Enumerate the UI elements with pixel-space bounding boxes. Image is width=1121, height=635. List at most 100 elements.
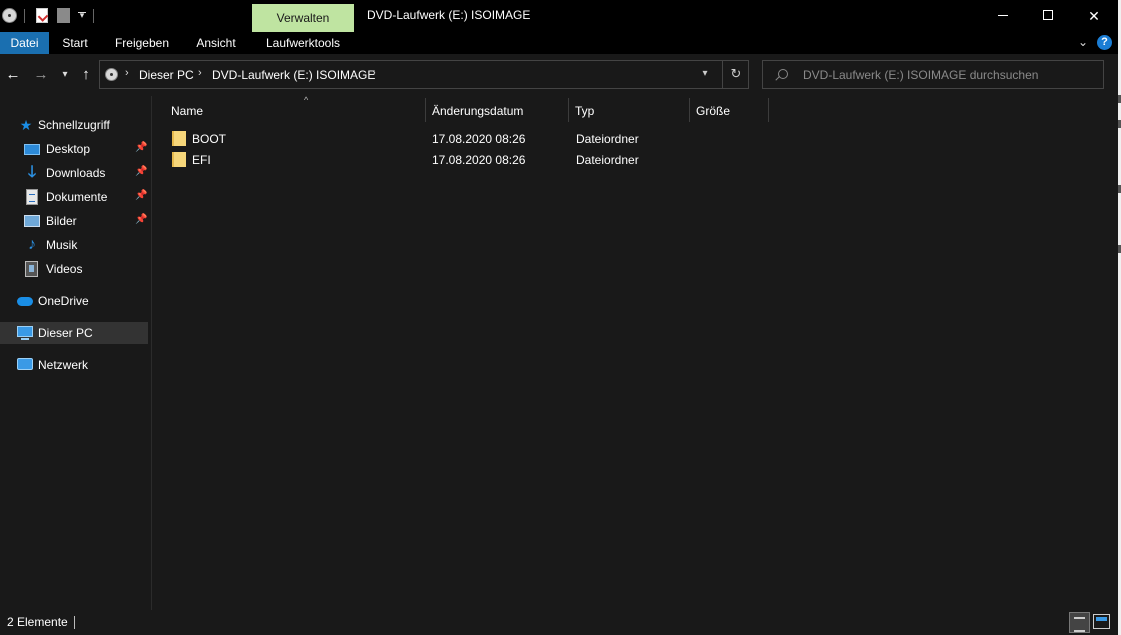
minimize-icon [998, 15, 1008, 16]
pin-icon[interactable]: 📌 [135, 190, 147, 202]
recent-locations-button[interactable]: ▾ [58, 65, 72, 85]
sidebar-item-documents[interactable]: Dokumente 📌 [0, 186, 148, 208]
table-row[interactable]: BOOT 17.08.2020 08:26 Dateiordner [164, 128, 764, 149]
large-icons-view-button[interactable] [1093, 614, 1110, 629]
item-count: 2 Elemente [7, 615, 68, 629]
title-bar: ▾ Verwalten DVD-Laufwerk (E:) ISOIMAGE ✕ [0, 0, 1118, 32]
sidebar-item-label: Downloads [46, 166, 106, 180]
tab-file[interactable]: Datei [0, 32, 49, 54]
file-type: Dateiordner [576, 153, 639, 167]
address-divider [722, 61, 723, 88]
column-header-label: Typ [575, 104, 595, 118]
video-icon [25, 261, 38, 277]
close-button[interactable]: ✕ [1071, 0, 1117, 32]
sidebar-item-quick-access[interactable]: ★ Schnellzugriff [0, 114, 148, 136]
column-header-type[interactable]: Typ [569, 98, 689, 122]
details-view-button[interactable] [1069, 612, 1090, 633]
search-icon [778, 69, 788, 79]
sidebar-item-label: Dieser PC [38, 326, 93, 340]
status-bar: 2 Elemente [0, 610, 1118, 635]
navigation-bar: ← → ▾ ↑ › Dieser PC › DVD-Laufwerk (E:) … [0, 54, 1118, 96]
column-header-label: Name [171, 104, 204, 118]
back-button[interactable]: ← [3, 65, 23, 85]
pin-icon[interactable]: 📌 [135, 166, 147, 178]
toolbar-divider [24, 9, 25, 23]
navigation-pane: ★ Schnellzugriff Desktop 📌 🡓 Downloads 📌… [0, 96, 151, 610]
cloud-icon [17, 297, 33, 306]
column-header-name[interactable]: ^ Name [165, 95, 425, 122]
sidebar-item-label: Schnellzugriff [38, 118, 110, 132]
sidebar-item-music[interactable]: ♪ Musik [0, 234, 148, 256]
status-divider [74, 616, 75, 629]
sidebar-item-label: Musik [46, 238, 78, 252]
help-icon[interactable]: ? [1097, 35, 1112, 50]
breadcrumb-chevron-icon[interactable]: › [198, 67, 202, 79]
up-button[interactable]: ↑ [76, 65, 96, 85]
sidebar-item-network[interactable]: Netzwerk [0, 354, 148, 376]
file-list: ^ Name Änderungsdatum Typ Größe BOOT 17.… [151, 95, 1118, 610]
dvd-drive-icon [105, 68, 118, 81]
search-box[interactable]: DVD-Laufwerk (E:) ISOIMAGE durchsuchen [762, 60, 1104, 89]
pin-icon[interactable]: 📌 [135, 214, 147, 226]
dvd-drive-icon [2, 8, 17, 23]
column-header-label: Änderungsdatum [432, 104, 524, 118]
address-bar[interactable]: › Dieser PC › DVD-Laufwerk (E:) ISOIMAGE… [99, 60, 749, 89]
sidebar-item-label: Videos [46, 262, 83, 276]
file-date: 17.08.2020 08:26 [432, 132, 526, 146]
pictures-icon [24, 215, 40, 227]
download-icon: 🡓 [27, 164, 37, 181]
pin-icon[interactable]: 📌 [135, 142, 147, 154]
sort-ascending-icon: ^ [304, 95, 309, 105]
sidebar-item-videos[interactable]: Videos [0, 258, 148, 280]
breadcrumb-chevron-icon[interactable]: › [372, 67, 376, 79]
sidebar-item-label: Bilder [46, 214, 77, 228]
tab-share[interactable]: Freigeben [103, 32, 181, 54]
sidebar-item-pictures[interactable]: Bilder 📌 [0, 210, 148, 232]
file-date: 17.08.2020 08:26 [432, 153, 526, 167]
column-divider[interactable] [768, 98, 769, 122]
sidebar-item-onedrive[interactable]: OneDrive [0, 290, 148, 312]
tab-view[interactable]: Ansicht [184, 32, 248, 54]
column-header-label: Größe [696, 104, 731, 118]
properties-icon[interactable] [36, 8, 48, 23]
file-name: EFI [192, 153, 211, 167]
column-header-date[interactable]: Änderungsdatum [426, 98, 568, 122]
breadcrumb-this-pc[interactable]: Dieser PC [139, 68, 194, 82]
new-folder-icon[interactable] [57, 8, 70, 23]
address-history-dropdown-icon[interactable]: ▾ [698, 67, 712, 81]
folder-icon [172, 131, 186, 146]
star-icon: ★ [19, 117, 33, 133]
close-icon: ✕ [1088, 8, 1100, 24]
sidebar-item-label: Desktop [46, 142, 91, 156]
sidebar-item-label: OneDrive [38, 294, 89, 308]
breadcrumb-chevron-icon[interactable]: › [125, 67, 129, 79]
table-row[interactable]: EFI 17.08.2020 08:26 Dateiordner [164, 149, 764, 170]
file-name: BOOT [192, 132, 227, 146]
forward-button[interactable]: → [31, 65, 51, 85]
tab-drive-tools[interactable]: Laufwerktools [252, 32, 354, 54]
sidebar-item-desktop[interactable]: Desktop 📌 [0, 138, 148, 160]
sidebar-item-downloads[interactable]: 🡓 Downloads 📌 [0, 162, 148, 184]
document-icon [26, 189, 38, 205]
minimize-button[interactable] [980, 0, 1026, 32]
sidebar-item-label: Dokumente [46, 190, 108, 204]
network-icon [17, 358, 33, 370]
breadcrumb-dvd-drive[interactable]: DVD-Laufwerk (E:) ISOIMAGE [212, 68, 375, 82]
tab-start[interactable]: Start [49, 32, 101, 54]
desktop-icon [24, 144, 40, 155]
file-type: Dateiordner [576, 132, 639, 146]
customize-toolbar-icon[interactable]: ▾ [77, 8, 87, 22]
search-placeholder: DVD-Laufwerk (E:) ISOIMAGE durchsuchen [803, 68, 1039, 82]
folder-icon [172, 152, 186, 167]
expand-ribbon-icon[interactable]: ⌄ [1076, 35, 1090, 49]
toolbar-divider [93, 9, 94, 23]
maximize-icon [1043, 10, 1053, 20]
maximize-button[interactable] [1025, 0, 1071, 32]
context-tab-manage[interactable]: Verwalten [252, 4, 354, 32]
sidebar-item-this-pc[interactable]: Dieser PC [0, 322, 148, 344]
window-title: DVD-Laufwerk (E:) ISOIMAGE [367, 8, 531, 22]
music-icon: ♪ [28, 236, 36, 253]
column-header-size[interactable]: Größe [690, 98, 768, 122]
sidebar-item-label: Netzwerk [38, 358, 89, 372]
refresh-icon[interactable]: ↻ [728, 66, 744, 82]
